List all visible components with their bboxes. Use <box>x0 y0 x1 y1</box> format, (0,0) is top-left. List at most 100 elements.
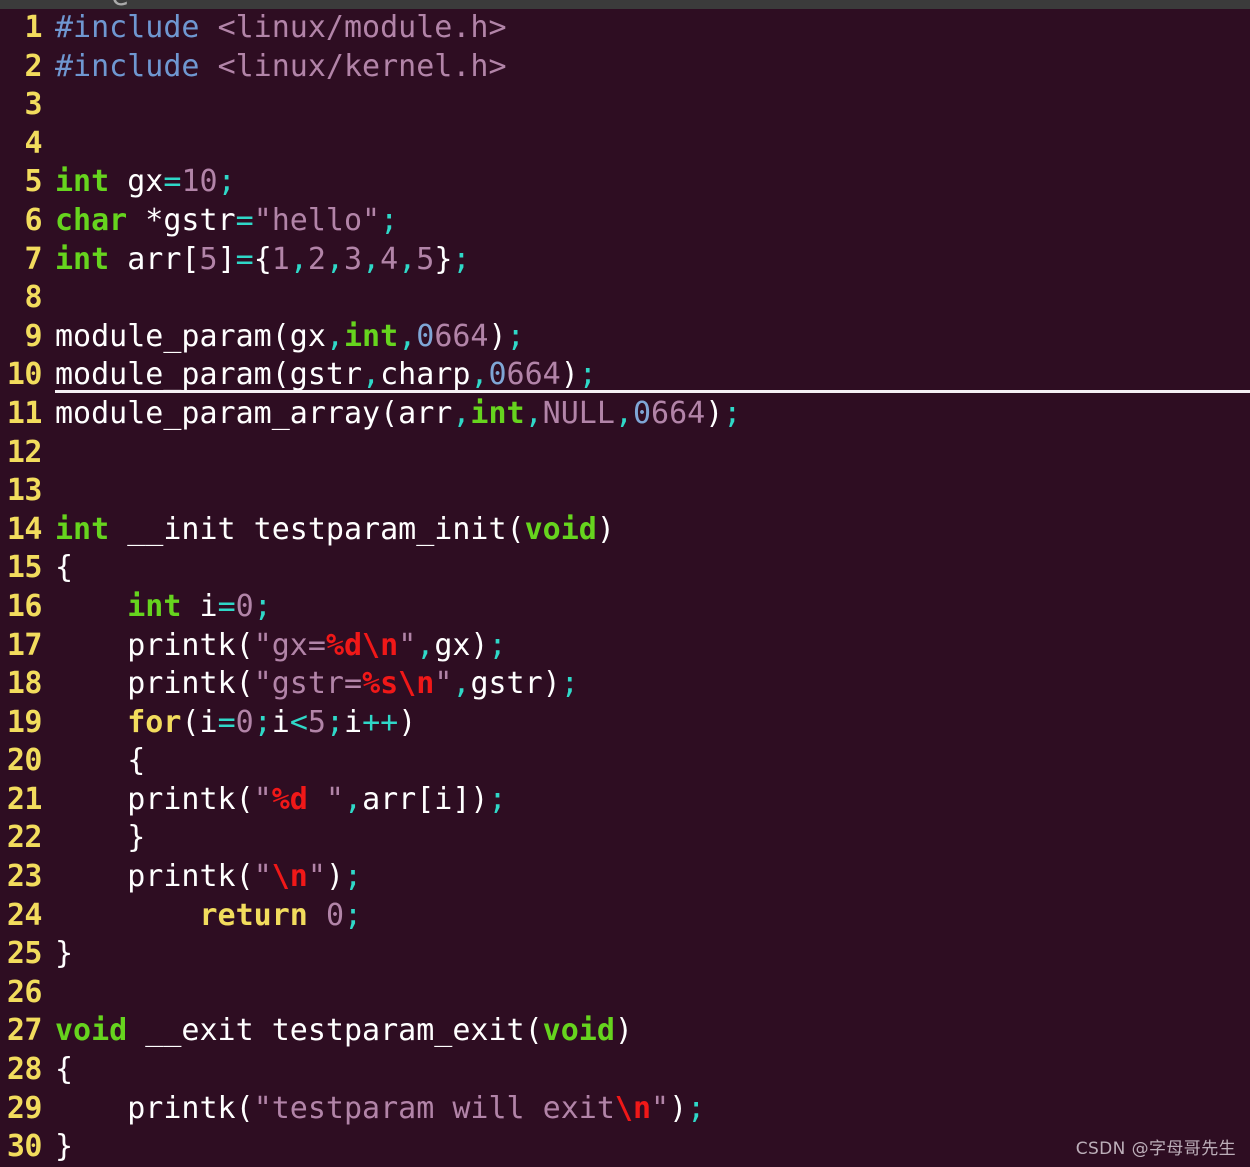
line-content[interactable]: int i=0; <box>55 588 272 627</box>
token: } <box>55 936 74 972</box>
code-line-29[interactable]: 29 printk("testparam will exit\n"); <box>0 1090 1250 1129</box>
token: #include <box>55 48 200 84</box>
code-line-28[interactable]: 28 { <box>0 1051 1250 1090</box>
code-line-1[interactable]: 1 #include <linux/module.h> <box>0 9 1250 48</box>
code-line-27[interactable]: 27 void __exit testparam_exit(void) <box>0 1012 1250 1051</box>
code-line-13[interactable]: 13 <box>0 472 1250 511</box>
clipped-top-strip: _e_ _ _ <box>0 0 1250 9</box>
line-content[interactable]: printk("gx=%d\n",gx); <box>55 627 506 666</box>
token: 2 <box>307 241 326 277</box>
code-line-19[interactable]: 19 for(i=0;i<5;i++) <box>0 704 1250 743</box>
line-content[interactable]: return 0; <box>55 897 363 936</box>
code-line-25[interactable]: 25} <box>0 935 1250 974</box>
line-number: 3 <box>24 87 42 123</box>
token: ; <box>380 202 399 238</box>
code-line-12[interactable]: 12 <box>0 434 1250 473</box>
token: ; <box>344 859 363 895</box>
line-content[interactable]: #include <linux/module.h> <box>55 9 507 48</box>
line-content[interactable]: for(i=0;i<5;i++) <box>55 704 416 743</box>
token: , <box>362 357 381 393</box>
line-content[interactable]: module_param(gx,int,0664); <box>55 318 525 357</box>
token: gx <box>109 164 164 200</box>
token: (i <box>181 704 218 740</box>
line-content[interactable]: int arr[5]={1,2,3,4,5}; <box>55 241 470 280</box>
code-lines-container[interactable]: 1 #include <linux/module.h> 2 #include <lin… <box>0 9 1250 1167</box>
line-content[interactable]: void __exit testparam_exit(void) <box>55 1012 633 1051</box>
line-content[interactable]: } <box>55 935 73 974</box>
code-line-6[interactable]: 6 char *gstr="hello"; <box>0 202 1250 241</box>
line-number: 4 <box>24 125 42 161</box>
code-line-30[interactable]: 30} <box>0 1128 1250 1167</box>
token: __init testparam_init( <box>109 511 525 547</box>
code-line-20[interactable]: 20 { <box>0 742 1250 781</box>
code-line-14[interactable]: 14 int __init testparam_init(void) <box>0 511 1250 550</box>
token: ] <box>217 241 236 277</box>
code-line-4[interactable]: 4 <box>0 125 1250 164</box>
line-content[interactable]: printk("testparam will exit\n"); <box>55 1090 705 1129</box>
code-line-9[interactable]: 9 module_param(gx,int,0664); <box>0 318 1250 357</box>
token: , <box>398 318 417 354</box>
token: ; <box>687 1090 706 1126</box>
token: { <box>253 241 272 277</box>
line-number: 8 <box>24 280 42 316</box>
code-line-15[interactable]: 15 { <box>0 549 1250 588</box>
token: ; <box>723 395 742 431</box>
line-content[interactable]: { <box>55 1051 73 1090</box>
code-line-7[interactable]: 7 int arr[5]={1,2,3,4,5}; <box>0 241 1250 280</box>
line-content[interactable]: printk("\n"); <box>55 858 362 897</box>
token: 10 <box>181 164 218 200</box>
line-content[interactable]: } <box>55 819 145 858</box>
code-line-10[interactable]: 10 module_param(gstr,charp,0664); <box>0 356 1250 395</box>
code-line-21[interactable]: 21 printk("%d ",arr[i]); <box>0 781 1250 820</box>
code-line-5[interactable]: 5 int gx=10; <box>0 163 1250 202</box>
line-number: 27 <box>6 1013 43 1049</box>
token: arr[i]) <box>362 781 489 817</box>
token: int <box>127 588 182 624</box>
token: " <box>307 781 344 817</box>
code-line-8[interactable]: 8 <box>0 279 1250 318</box>
token: ; <box>560 666 579 702</box>
line-content[interactable]: printk("%d ",arr[i]); <box>55 781 506 820</box>
token: { <box>127 743 146 779</box>
code-line-22[interactable]: 22 } <box>0 819 1250 858</box>
token: 664 <box>434 318 489 354</box>
code-line-23[interactable]: 23 printk("\n"); <box>0 858 1250 897</box>
code-line-11[interactable]: 11 module_param_array(arr,int,NULL,0664); <box>0 395 1250 434</box>
code-line-2[interactable]: 2 #include <linux/kernel.h> <box>0 48 1250 87</box>
line-content[interactable]: } <box>55 1128 73 1167</box>
token: ; <box>506 318 525 354</box>
line-content[interactable]: printk("gstr=%s\n",gstr); <box>55 665 579 704</box>
token: printk( <box>55 781 254 817</box>
token: " <box>253 859 272 895</box>
line-content[interactable]: module_param_array(arr,int,NULL,0664); <box>55 395 741 434</box>
token: module_param_array(arr <box>55 395 453 431</box>
token: } <box>434 241 453 277</box>
token: ++ <box>362 704 399 740</box>
code-line-26[interactable]: 26 <box>0 974 1250 1013</box>
line-content[interactable]: int gx=10; <box>55 163 236 202</box>
line-content[interactable]: #include <linux/kernel.h> <box>55 48 507 87</box>
line-number: 6 <box>24 202 42 238</box>
line-content[interactable]: { <box>55 549 73 588</box>
line-content[interactable]: int __init testparam_init(void) <box>55 511 615 550</box>
code-editor[interactable]: _e_ _ _ 1 #include <linux/module.h> 2 #incl… <box>0 0 1250 1167</box>
line-number: 5 <box>24 164 42 200</box>
code-line-16[interactable]: 16 int i=0; <box>0 588 1250 627</box>
line-content[interactable]: { <box>55 742 145 781</box>
token: = <box>217 704 236 740</box>
line-content[interactable]: char *gstr="hello"; <box>55 202 398 241</box>
code-line-24[interactable]: 24 return 0; <box>0 897 1250 936</box>
token: ; <box>253 588 272 624</box>
token: ) <box>398 704 417 740</box>
token: "hello" <box>253 202 381 238</box>
token: , <box>470 357 489 393</box>
code-line-18[interactable]: 18 printk("gstr=%s\n",gstr); <box>0 665 1250 704</box>
code-line-17[interactable]: 17 printk("gx=%d\n",gx); <box>0 627 1250 666</box>
token: , <box>325 241 344 277</box>
cursor-line-underline <box>55 389 1250 393</box>
code-line-3[interactable]: 3 <box>0 86 1250 125</box>
